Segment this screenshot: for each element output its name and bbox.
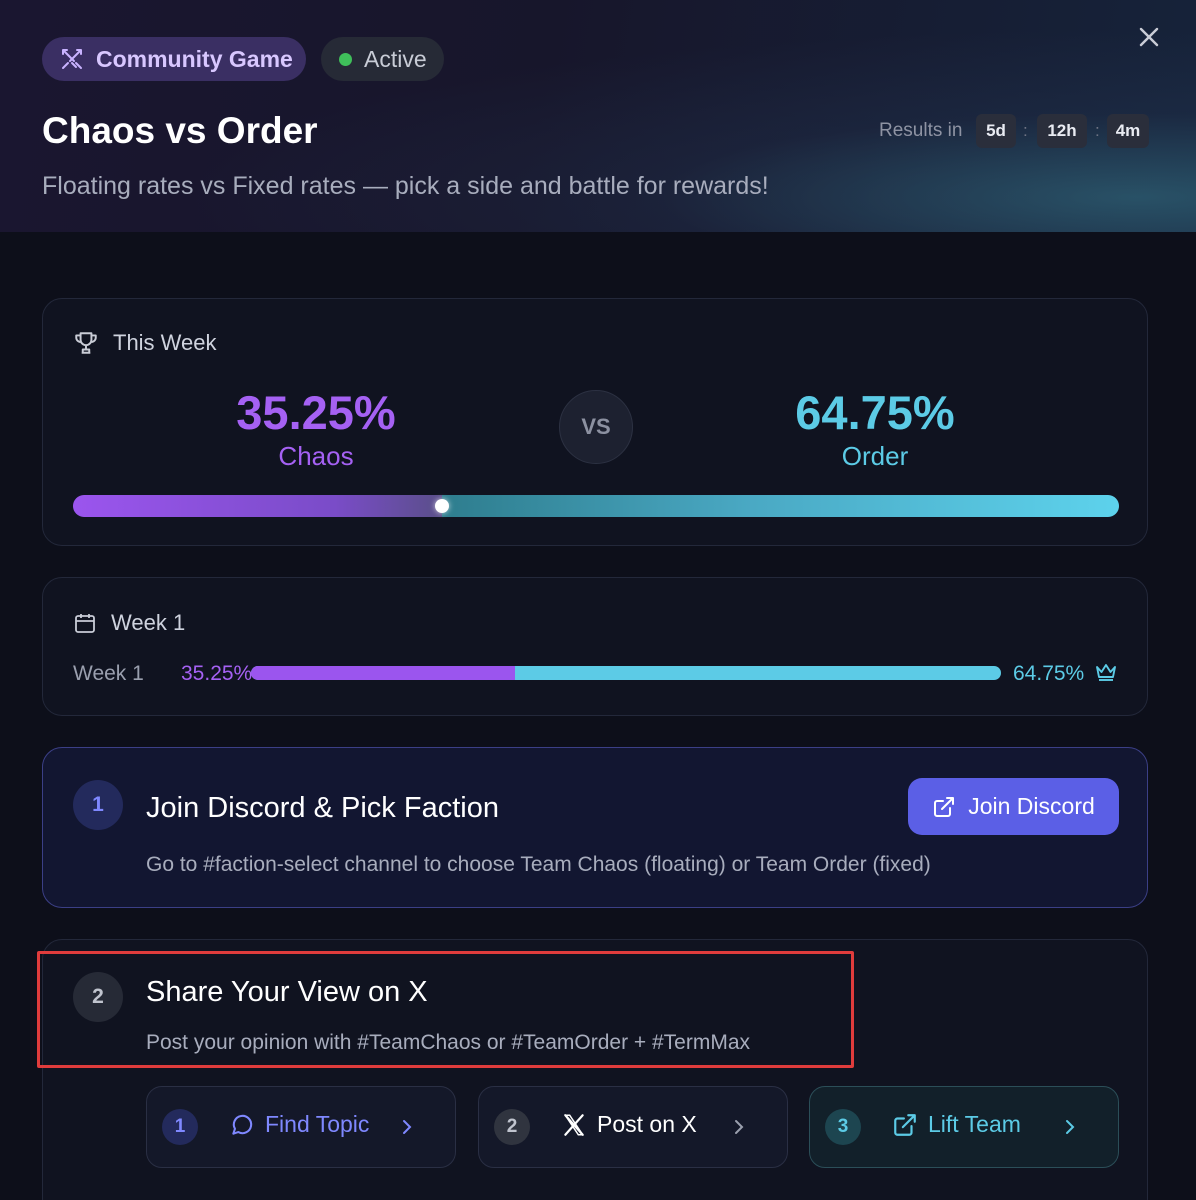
chaos-label: Chaos: [278, 441, 354, 471]
highlight-box: [37, 951, 854, 1068]
week-row-bar: [251, 666, 1001, 680]
external-link-icon: [894, 1113, 916, 1136]
page-subtitle: Floating rates vs Fixed rates — pick a s…: [42, 172, 769, 200]
post-on-x-label: Post on X: [597, 1111, 697, 1137]
find-topic-label: Find Topic: [265, 1111, 370, 1137]
countdown-separator: :: [1095, 121, 1100, 140]
lift-team-label-group: Lift Team: [892, 1111, 1021, 1138]
week-row-label: Week 1: [73, 662, 144, 685]
join-discord-button[interactable]: Join Discord: [908, 778, 1119, 835]
week-history-card: Week 1 Week 1 35.25% 64.75%: [42, 577, 1148, 716]
action-number: 2: [494, 1109, 530, 1145]
status-badge: Active: [321, 37, 444, 81]
external-link-icon: [934, 796, 955, 817]
countdown-hours: 12h: [1037, 114, 1087, 148]
calendar-icon: [75, 614, 95, 633]
week-history-heading: Week 1: [73, 610, 185, 636]
status-label: Active: [364, 45, 427, 72]
chat-bubble-icon: [232, 1114, 253, 1135]
week-row-order: 64.75%: [1013, 662, 1085, 685]
vs-badge: VS: [559, 390, 633, 464]
post-on-x-label-group: Post on X: [561, 1111, 697, 1138]
crossed-swords-icon: [62, 49, 82, 69]
order-label: Order: [841, 441, 909, 471]
find-topic-label-group: Find Topic: [229, 1111, 369, 1138]
status-dot-icon: [339, 52, 352, 66]
page-title: Chaos vs Order: [42, 110, 318, 151]
chevron-right-icon: [1066, 1120, 1075, 1134]
step-number: 1: [73, 780, 123, 830]
week-history-label: Week 1: [111, 610, 186, 635]
week-row-chaos: 35.25%: [181, 662, 253, 685]
lift-team-label: Lift Team: [928, 1111, 1021, 1137]
x-logo-icon: [563, 1113, 585, 1136]
trophy-icon: [75, 332, 97, 354]
progress-marker: [434, 499, 449, 513]
find-topic-button[interactable]: 1 Find Topic: [146, 1086, 456, 1168]
chevron-right-icon: [735, 1120, 744, 1134]
this-week-label: This Week: [113, 330, 217, 355]
action-number: 3: [825, 1109, 861, 1145]
post-on-x-button[interactable]: 2 Post on X: [478, 1086, 788, 1168]
action-number: 1: [162, 1109, 198, 1145]
step-title: Join Discord & Pick Faction: [146, 792, 499, 824]
step-description: Go to #faction-select channel to choose …: [146, 853, 931, 876]
chevron-right-icon: [403, 1120, 412, 1134]
community-game-badge: Community Game: [42, 37, 306, 81]
results-label: Results in: [879, 120, 963, 141]
this-week-card: This Week 35.25% Chaos VS 64.75% Order: [42, 298, 1148, 546]
community-game-label: Community Game: [96, 45, 293, 72]
order-percentage: 64.75%: [795, 386, 955, 439]
week-row-chaos-fill: [251, 666, 516, 680]
crown-icon: [1096, 664, 1116, 681]
chaos-percentage: 35.25%: [236, 386, 396, 439]
join-discord-label: Join Discord: [968, 793, 1095, 819]
step-join-discord-card: 1 Join Discord & Pick Faction Go to #fac…: [42, 747, 1148, 908]
faction-progress-bar: [73, 495, 1119, 517]
countdown-minutes: 4m: [1107, 114, 1149, 148]
close-icon[interactable]: [1136, 24, 1162, 50]
countdown-days: 5d: [976, 114, 1016, 148]
this-week-heading: This Week: [73, 330, 217, 356]
countdown-separator: :: [1023, 121, 1028, 140]
lift-team-button[interactable]: 3 Lift Team: [809, 1086, 1119, 1168]
